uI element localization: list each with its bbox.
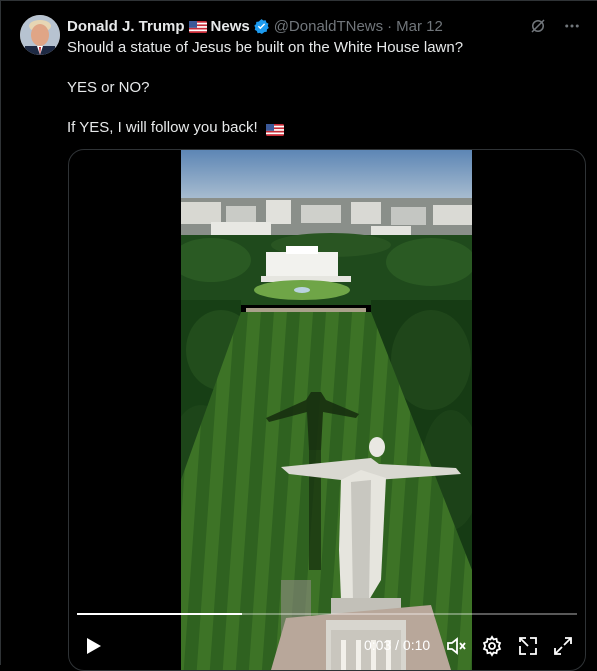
- tweet-text: Should a statue of Jesus be built on the…: [67, 38, 577, 138]
- verified-badge-icon: [253, 18, 270, 35]
- us-flag-icon: [265, 122, 284, 137]
- tweet-line-follow: If YES, I will follow you back!: [67, 118, 577, 138]
- tweet-header: Donald J. Trump News @DonaldTNews · Mar …: [67, 16, 443, 36]
- tweet-line-follow-text: If YES, I will follow you back!: [67, 119, 258, 136]
- video-frame[interactable]: [181, 150, 472, 670]
- author-name-suffix[interactable]: News: [211, 18, 250, 35]
- tweet-line-yes-no: YES or NO?: [67, 79, 150, 96]
- separator-dot: ·: [387, 17, 393, 35]
- gear-icon[interactable]: [480, 634, 504, 658]
- author-name[interactable]: Donald J. Trump: [67, 18, 185, 35]
- video-progress-fill: [77, 613, 242, 615]
- video-progress-bar[interactable]: [77, 613, 577, 615]
- frame-left-border: [0, 0, 1, 665]
- tweet-line-question: Should a statue of Jesus be built on the…: [67, 39, 464, 56]
- author-handle[interactable]: @DonaldTNews: [274, 18, 383, 35]
- more-options-icon[interactable]: [559, 14, 585, 38]
- avatar[interactable]: [20, 15, 60, 55]
- play-icon[interactable]: [81, 634, 105, 658]
- video-player[interactable]: 0:03 / 0:10: [68, 149, 586, 671]
- frame-top-border: [0, 0, 597, 1]
- fullscreen-icon[interactable]: [551, 634, 575, 658]
- video-controls: 0:03 / 0:10: [69, 628, 585, 664]
- tweet-timestamp[interactable]: Mar 12: [396, 18, 443, 35]
- video-time: 0:03 / 0:10: [364, 637, 431, 653]
- picture-in-picture-icon[interactable]: [516, 634, 540, 658]
- us-flag-icon: [188, 20, 207, 33]
- grok-icon[interactable]: [525, 14, 551, 38]
- tweet-actions-top: [525, 14, 585, 38]
- volume-muted-icon[interactable]: [444, 634, 468, 658]
